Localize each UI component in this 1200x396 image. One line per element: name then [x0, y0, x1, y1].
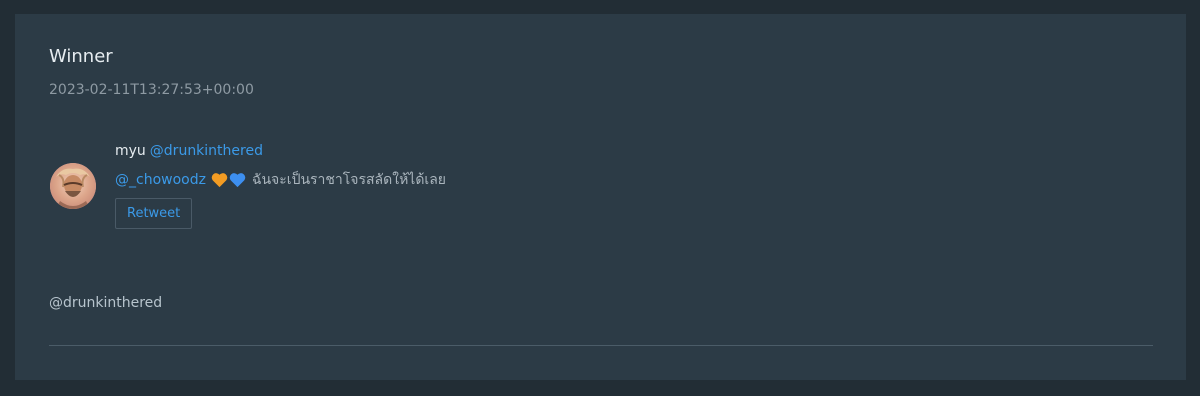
timestamp: 2023-02-11T13:27:53+00:00 — [49, 82, 254, 98]
user-avatar-icon — [50, 163, 96, 209]
author-handle-link[interactable]: @drunkinthered — [150, 143, 263, 159]
mention-link[interactable]: @_chowoodz — [115, 171, 206, 189]
tweet-text: @_chowoodz ฉันจะเป็นราชาโจรสลัดให้ได้เลย — [115, 171, 446, 189]
divider — [49, 345, 1153, 346]
emoji-group — [211, 172, 247, 188]
winner-card: Winner 2023-02-11T13:27:53+00:00 myu @dru… — [15, 14, 1186, 380]
card-title: Winner — [49, 46, 113, 67]
tweet-author: myu @drunkinthered — [115, 142, 446, 160]
footer-handle: @drunkinthered — [49, 295, 163, 311]
orange-heart-icon — [211, 173, 228, 188]
tweet: myu @drunkinthered @_chowoodz ฉันจะเป็นรา… — [115, 142, 446, 229]
tweet-body: ฉันจะเป็นราชาโจรสลัดให้ได้เลย — [251, 172, 446, 188]
author-name: myu — [115, 143, 146, 159]
retweet-button[interactable]: Retweet — [115, 198, 193, 229]
blue-heart-icon — [229, 173, 246, 188]
avatar[interactable] — [50, 163, 96, 209]
